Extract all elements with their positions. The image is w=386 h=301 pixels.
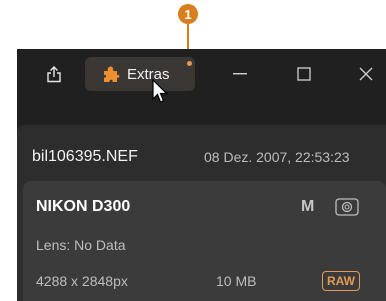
minimize-button[interactable] <box>225 61 255 87</box>
puzzle-icon <box>104 66 120 82</box>
mouse-cursor-icon <box>152 79 168 103</box>
extras-button[interactable]: Extras <box>85 57 195 91</box>
raw-format-badge: RAW <box>322 271 360 291</box>
camera-info-card: NIKON D300 M Lens: No Data 4288 x 2848px… <box>23 181 386 301</box>
file-datetime: 08 Dez. 2007, 22:53:23 <box>204 149 350 165</box>
minimize-icon <box>233 73 247 75</box>
maximize-icon <box>297 67 311 81</box>
image-resolution: 4288 x 2848px <box>36 273 128 289</box>
camera-icon <box>335 198 359 216</box>
titlebar: Extras <box>17 49 386 103</box>
file-name: bil106395.NEF <box>32 148 138 165</box>
notification-dot <box>187 61 192 66</box>
camera-model: NIKON D300 <box>36 198 131 215</box>
app-window: Extras bil106395.NEF 08 Dez. 2007, 22:53… <box>17 49 386 301</box>
file-info-panel: bil106395.NEF 08 Dez. 2007, 22:53:23 NIK… <box>17 125 386 301</box>
file-size: 10 MB <box>216 273 257 289</box>
maximize-button[interactable] <box>289 61 319 87</box>
callout-number-badge: 1 <box>178 4 198 24</box>
share-icon <box>47 66 61 83</box>
close-icon <box>359 67 373 81</box>
lens-info: Lens: No Data <box>36 237 126 253</box>
share-button[interactable] <box>37 59 71 89</box>
exposure-mode-label: M <box>301 198 315 215</box>
close-button[interactable] <box>351 61 381 87</box>
